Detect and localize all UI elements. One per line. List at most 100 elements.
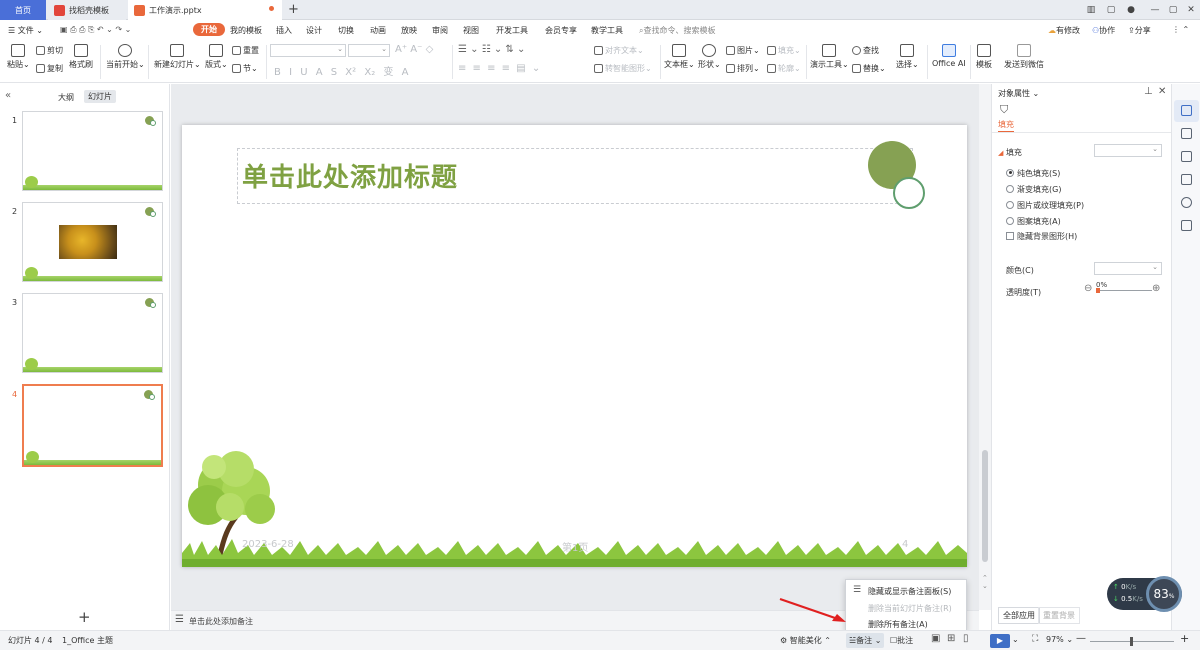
avatar[interactable]: ● [1124,3,1138,17]
superscript-icon[interactable]: X² [345,67,356,78]
tab-outline[interactable]: 大纲 [58,92,74,103]
properties-icon[interactable] [1181,105,1192,116]
font-size-select[interactable]: ⌄ [348,44,390,57]
arrange-button[interactable]: 排列⌄ [726,63,760,74]
notes-button[interactable]: ☱备注 ⌄ [846,633,885,648]
tab-document[interactable]: 工作演示.pptx [128,0,282,20]
tab-home[interactable]: 首页 [0,0,46,20]
apply-all-button[interactable]: 全部应用 [998,607,1040,624]
pattern-fill-radio[interactable]: 图案填充(A) [1006,216,1061,227]
menu-tab-transition[interactable]: 切换 [338,25,354,36]
bold-icon[interactable]: B [274,67,281,78]
format-icon[interactable] [1181,174,1192,185]
change-case-icon[interactable]: 变 [383,67,393,78]
scroll-thumb[interactable] [982,450,988,562]
italic-icon[interactable]: I [289,67,292,78]
zoom-in-icon[interactable]: + [1180,632,1189,645]
menu-item-delete-all-notes[interactable]: 删除所有备注(A) [868,619,928,630]
reset-background-button[interactable]: 重置背景 [1038,607,1080,624]
zoom-slider-handle[interactable] [1130,637,1133,646]
add-slide-button[interactable]: + [78,608,91,626]
collaborate-button[interactable]: ⚇协作 [1092,25,1115,36]
theme-name[interactable]: 1_Office 主题 [62,635,113,646]
view-reading-icon[interactable]: ▯ [963,633,969,644]
layout-button[interactable]: 版式⌄ [205,44,228,70]
close-button[interactable]: ✕ [1184,3,1198,17]
template-button[interactable]: 模板 [976,44,992,70]
decrease-transparency-icon[interactable]: ⊖ [1084,283,1092,294]
play-from-current-button[interactable]: 当前开始⌄ [106,44,145,70]
memory-usage-ring[interactable]: 83% [1146,576,1182,612]
share-button[interactable]: ⇪分享 [1128,25,1151,36]
new-slide-button[interactable]: 新建幻灯片⌄ [154,44,201,70]
subscript-icon[interactable]: X₂ [364,67,375,78]
picture-button[interactable]: 图片⌄ [726,45,760,56]
menu-tab-teaching[interactable]: 教学工具 [591,25,623,36]
animation-icon[interactable] [1181,128,1192,139]
increase-transparency-icon[interactable]: ⊕ [1152,283,1160,294]
slide-title[interactable]: 单击此处添加标题 [242,157,458,194]
notes-placeholder[interactable]: 单击此处添加备注 [189,616,253,627]
hide-background-checkbox[interactable]: 隐藏背景图形(H) [1006,231,1077,242]
find-button[interactable]: 查找 [852,45,879,56]
command-search[interactable]: ⌕查找命令、搜索模板 [639,25,715,36]
slide-thumbnail-4[interactable] [22,384,163,467]
smart-beautify-button[interactable]: ⚙ 智能美化 ⌃ [780,635,831,646]
transparency-slider[interactable] [1096,290,1152,291]
transition-icon[interactable] [1181,151,1192,162]
quick-access-icons[interactable]: ▣ ⎙ ⎙ ⎘ ↶ ⌄ ↷ ⌄ [60,25,131,35]
menu-item-toggle-notes[interactable]: 隐藏或显示备注面板(S) [868,586,951,597]
restore-icon[interactable]: ▢ [1104,3,1118,17]
gradient-fill-radio[interactable]: 渐变填充(G) [1006,184,1061,195]
has-changes-button[interactable]: ☁有修改 [1048,25,1080,36]
tab-template[interactable]: 找稻壳模板 [48,0,126,20]
picture-fill-radio[interactable]: 图片或纹理填充(P) [1006,200,1084,211]
maximize-button[interactable]: ▢ [1166,3,1180,17]
new-tab-button[interactable]: + [288,2,299,17]
slide-thumbnail-3[interactable] [22,293,163,373]
play-options-icon[interactable]: ⌄ [1012,635,1019,644]
menu-tab-start[interactable]: 开始 [193,23,225,36]
paste-button[interactable]: 粘贴⌄ [7,44,30,70]
fill-select[interactable]: ⌄ [1094,144,1162,157]
close-panel-icon[interactable]: ✕ [1158,86,1166,97]
fill-button[interactable]: 填充⌄ [767,45,801,56]
reset-button[interactable]: 重置 [232,45,259,56]
underline-icon[interactable]: U [300,67,307,78]
menu-tab-view[interactable]: 视图 [463,25,479,36]
tab-slides[interactable]: 幻灯片 [84,90,116,103]
menu-tab-review[interactable]: 审阅 [432,25,448,36]
pin-icon[interactable]: ⊥ [1144,86,1153,97]
menu-tab-my-templates[interactable]: 我的模板 [230,25,262,36]
menu-tab-member[interactable]: 会员专享 [545,25,577,36]
format-painter-button[interactable]: 格式刷 [69,44,93,70]
slide[interactable]: 单击此处添加标题 2023-6-28 第1页 4 [182,125,967,567]
comments-button[interactable]: ☐批注 [890,635,913,646]
menu-tab-animation[interactable]: 动画 [370,25,386,36]
replace-button[interactable]: 替换⌄ [852,63,886,74]
scroll-arrows-icon[interactable]: ⌃ ⌄ [982,574,988,590]
menu-tab-slideshow[interactable]: 放映 [401,25,417,36]
shape-button[interactable]: 形状⌄ [698,44,721,70]
tab-fill[interactable]: 填充 [998,119,1014,133]
slide-thumbnail-1[interactable] [22,111,163,191]
menu-tab-developer[interactable]: 开发工具 [496,25,528,36]
more-icon[interactable]: ⋮ ⌃ [1172,25,1189,34]
location-icon[interactable] [1181,197,1192,208]
zoom-out-icon[interactable]: — [1076,633,1086,644]
paragraph-align-buttons[interactable]: ≡ ≡ ≡ ≡ ▤ ⌄ [458,63,540,74]
menu-tab-design[interactable]: 设计 [306,25,322,36]
section-button[interactable]: 节⌄ [232,63,258,74]
layout-icon[interactable]: ▥ [1084,3,1098,17]
menu-item-delete-current-notes[interactable]: 删除当前幻灯片备注(R) [868,603,952,614]
select-button[interactable]: 选择⌄ [896,44,919,70]
view-normal-icon[interactable]: ▣ [931,633,940,644]
slide-thumbnail-2[interactable] [22,202,163,282]
fill-section-header[interactable]: ◢ 填充 [998,147,1022,158]
textbox-button[interactable]: 文本框⌄ [664,44,695,70]
menu-tab-insert[interactable]: 插入 [276,25,292,36]
font-color-icon[interactable]: A [402,67,409,78]
present-tools-button[interactable]: 演示工具⌄ [810,44,849,70]
smart-shape-button[interactable]: 转智能图形⌄ [594,63,652,74]
strikethrough-icon[interactable]: S [331,67,337,78]
